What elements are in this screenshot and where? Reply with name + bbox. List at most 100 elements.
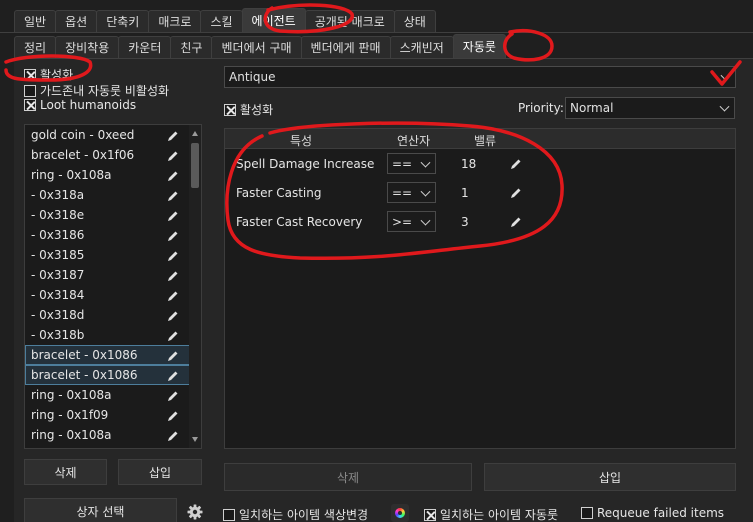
- property-row[interactable]: Faster Cast Recovery >= 3: [225, 208, 735, 236]
- list-item[interactable]: gold coin - 0xeed: [25, 125, 201, 145]
- pencil-icon[interactable]: [167, 370, 179, 382]
- autoloot-item-list[interactable]: gold coin - 0xeed bracelet - 0x1f06 ring -…: [24, 124, 202, 449]
- list-item[interactable]: - 0x3187: [25, 265, 201, 285]
- tab-organizer[interactable]: 정리: [14, 36, 57, 58]
- property-row[interactable]: Faster Casting == 1: [225, 179, 735, 207]
- pencil-icon[interactable]: [167, 350, 179, 362]
- operator-select[interactable]: >=: [387, 211, 436, 232]
- property-table-header: 특성 연산자 밸류: [225, 129, 735, 149]
- list-item[interactable]: bracelet - 0x1086: [25, 365, 201, 385]
- priority-select[interactable]: Normal: [565, 97, 735, 119]
- color-picker-icon[interactable]: [391, 504, 409, 522]
- enable-checkbox[interactable]: 활성화: [24, 66, 73, 83]
- operator-value: >=: [392, 214, 413, 229]
- operator-select[interactable]: ==: [387, 153, 436, 174]
- list-item[interactable]: - 0x3184: [25, 285, 201, 305]
- list-item[interactable]: - 0x318e: [25, 205, 201, 225]
- tab-status[interactable]: 상태: [393, 10, 436, 32]
- list-item[interactable]: - 0x3186: [25, 225, 201, 245]
- disable-in-guardzone-label: 가드존내 자동룻 비활성화: [40, 84, 170, 98]
- disable-in-guardzone-box[interactable]: [24, 84, 36, 97]
- chevron-down-icon: [720, 70, 731, 81]
- list-item-label: bracelet - 0x1086: [31, 348, 138, 362]
- list-item[interactable]: ring - 0x108a: [25, 385, 201, 405]
- property-enable-checkbox[interactable]: 활성화: [224, 101, 273, 118]
- list-item-label: ring - 0x1f09: [31, 408, 109, 422]
- item-property-combo[interactable]: Antique: [224, 66, 736, 88]
- operator-select[interactable]: ==: [387, 182, 436, 203]
- item-property-combo-value: Antique: [229, 70, 276, 84]
- tab-scavenger[interactable]: 스캐빈저: [389, 36, 454, 58]
- property-name: Faster Casting: [236, 186, 322, 200]
- scroll-down-arrow-icon[interactable]: [192, 437, 198, 442]
- pencil-icon[interactable]: [510, 187, 522, 199]
- tab-counter[interactable]: 카운터: [118, 36, 172, 58]
- pencil-icon[interactable]: [510, 216, 522, 228]
- property-row[interactable]: Spell Damage Increase == 18: [225, 150, 735, 178]
- list-item[interactable]: bracelet - 0x1086: [25, 345, 201, 365]
- list-item[interactable]: bracelet - 0x1f06: [25, 145, 201, 165]
- tab-hotkeys[interactable]: 단축키: [96, 10, 150, 32]
- loot-humanoids-box[interactable]: [24, 99, 36, 111]
- tab-skills[interactable]: 스킬: [200, 10, 243, 32]
- list-item[interactable]: - 0x318d: [25, 305, 201, 325]
- list-item[interactable]: ring - 0x108a: [25, 165, 201, 185]
- list-item[interactable]: - 0x318a: [25, 185, 201, 205]
- delete-property-button[interactable]: 삭제: [224, 463, 472, 491]
- pencil-icon[interactable]: [167, 150, 179, 162]
- tab-friends[interactable]: 친구: [170, 36, 213, 58]
- color-matching-box[interactable]: [223, 508, 235, 521]
- list-item-label: - 0x318d: [31, 308, 85, 322]
- property-enable-box[interactable]: [224, 103, 236, 116]
- tab-agents[interactable]: 에이전트: [241, 8, 306, 32]
- loot-humanoids-checkbox[interactable]: Loot humanoids: [24, 98, 136, 112]
- pencil-icon[interactable]: [167, 230, 179, 242]
- pencil-icon[interactable]: [167, 270, 179, 282]
- priority-select-value: Normal: [570, 101, 614, 115]
- list-scrollbar[interactable]: [189, 125, 201, 448]
- insert-item-button[interactable]: 삽입: [118, 459, 202, 485]
- list-item-label: - 0x3184: [31, 288, 85, 302]
- pencil-icon[interactable]: [167, 430, 179, 442]
- color-matching-checkbox[interactable]: 일치하는 아이템 색상변경: [223, 506, 368, 522]
- pencil-icon[interactable]: [167, 390, 179, 402]
- delete-item-button[interactable]: 삭제: [24, 459, 107, 485]
- pencil-icon[interactable]: [167, 410, 179, 422]
- tab-sell-agent[interactable]: 벤더에게 판매: [300, 36, 391, 58]
- list-item-label: - 0x3187: [31, 268, 85, 282]
- tab-options[interactable]: 옵션: [55, 10, 98, 32]
- list-item[interactable]: - 0x3185: [25, 245, 201, 265]
- insert-property-button[interactable]: 삽입: [484, 463, 736, 491]
- list-item[interactable]: ring - 0x108a: [25, 425, 201, 445]
- requeue-failed-checkbox[interactable]: Requeue failed items: [581, 506, 724, 520]
- scroll-up-arrow-icon[interactable]: [192, 131, 198, 136]
- pencil-icon[interactable]: [167, 190, 179, 202]
- color-matching-label: 일치하는 아이템 색상변경: [239, 508, 369, 522]
- tab-public-macros[interactable]: 공개된 매크로: [304, 10, 395, 32]
- property-value: 18: [461, 157, 477, 171]
- pencil-icon[interactable]: [167, 170, 179, 182]
- disable-in-guardzone-checkbox[interactable]: 가드존내 자동룻 비활성화: [24, 82, 169, 99]
- pencil-icon[interactable]: [167, 330, 179, 342]
- gear-icon[interactable]: [186, 503, 204, 521]
- list-item[interactable]: ring - 0x1f09: [25, 405, 201, 425]
- tab-macros[interactable]: 매크로: [148, 10, 202, 32]
- auto-loot-matching-box[interactable]: [424, 508, 436, 521]
- pencil-icon[interactable]: [167, 290, 179, 302]
- auto-loot-matching-checkbox[interactable]: 일치하는 아이템 자동룻: [424, 506, 558, 522]
- tab-general[interactable]: 일반: [14, 10, 57, 32]
- enable-checkbox-box[interactable]: [24, 68, 36, 81]
- pencil-icon[interactable]: [167, 130, 179, 142]
- list-item[interactable]: - 0x318b: [25, 325, 201, 345]
- tab-dress[interactable]: 장비착용: [55, 36, 120, 58]
- tab-buy-agent[interactable]: 벤더에서 구매: [211, 36, 302, 58]
- pencil-icon[interactable]: [167, 210, 179, 222]
- pencil-icon[interactable]: [167, 310, 179, 322]
- requeue-failed-box[interactable]: [581, 507, 593, 519]
- pencil-icon[interactable]: [167, 250, 179, 262]
- scroll-thumb[interactable]: [191, 143, 199, 188]
- agent-tab-bar: 정리 장비착용 카운터 친구 벤더에서 구매 벤더에게 판매 스캐빈저 자동룻: [0, 32, 753, 58]
- tab-autoloot[interactable]: 자동룻: [452, 34, 506, 58]
- select-container-button[interactable]: 상자 선택: [24, 498, 177, 522]
- pencil-icon[interactable]: [510, 158, 522, 170]
